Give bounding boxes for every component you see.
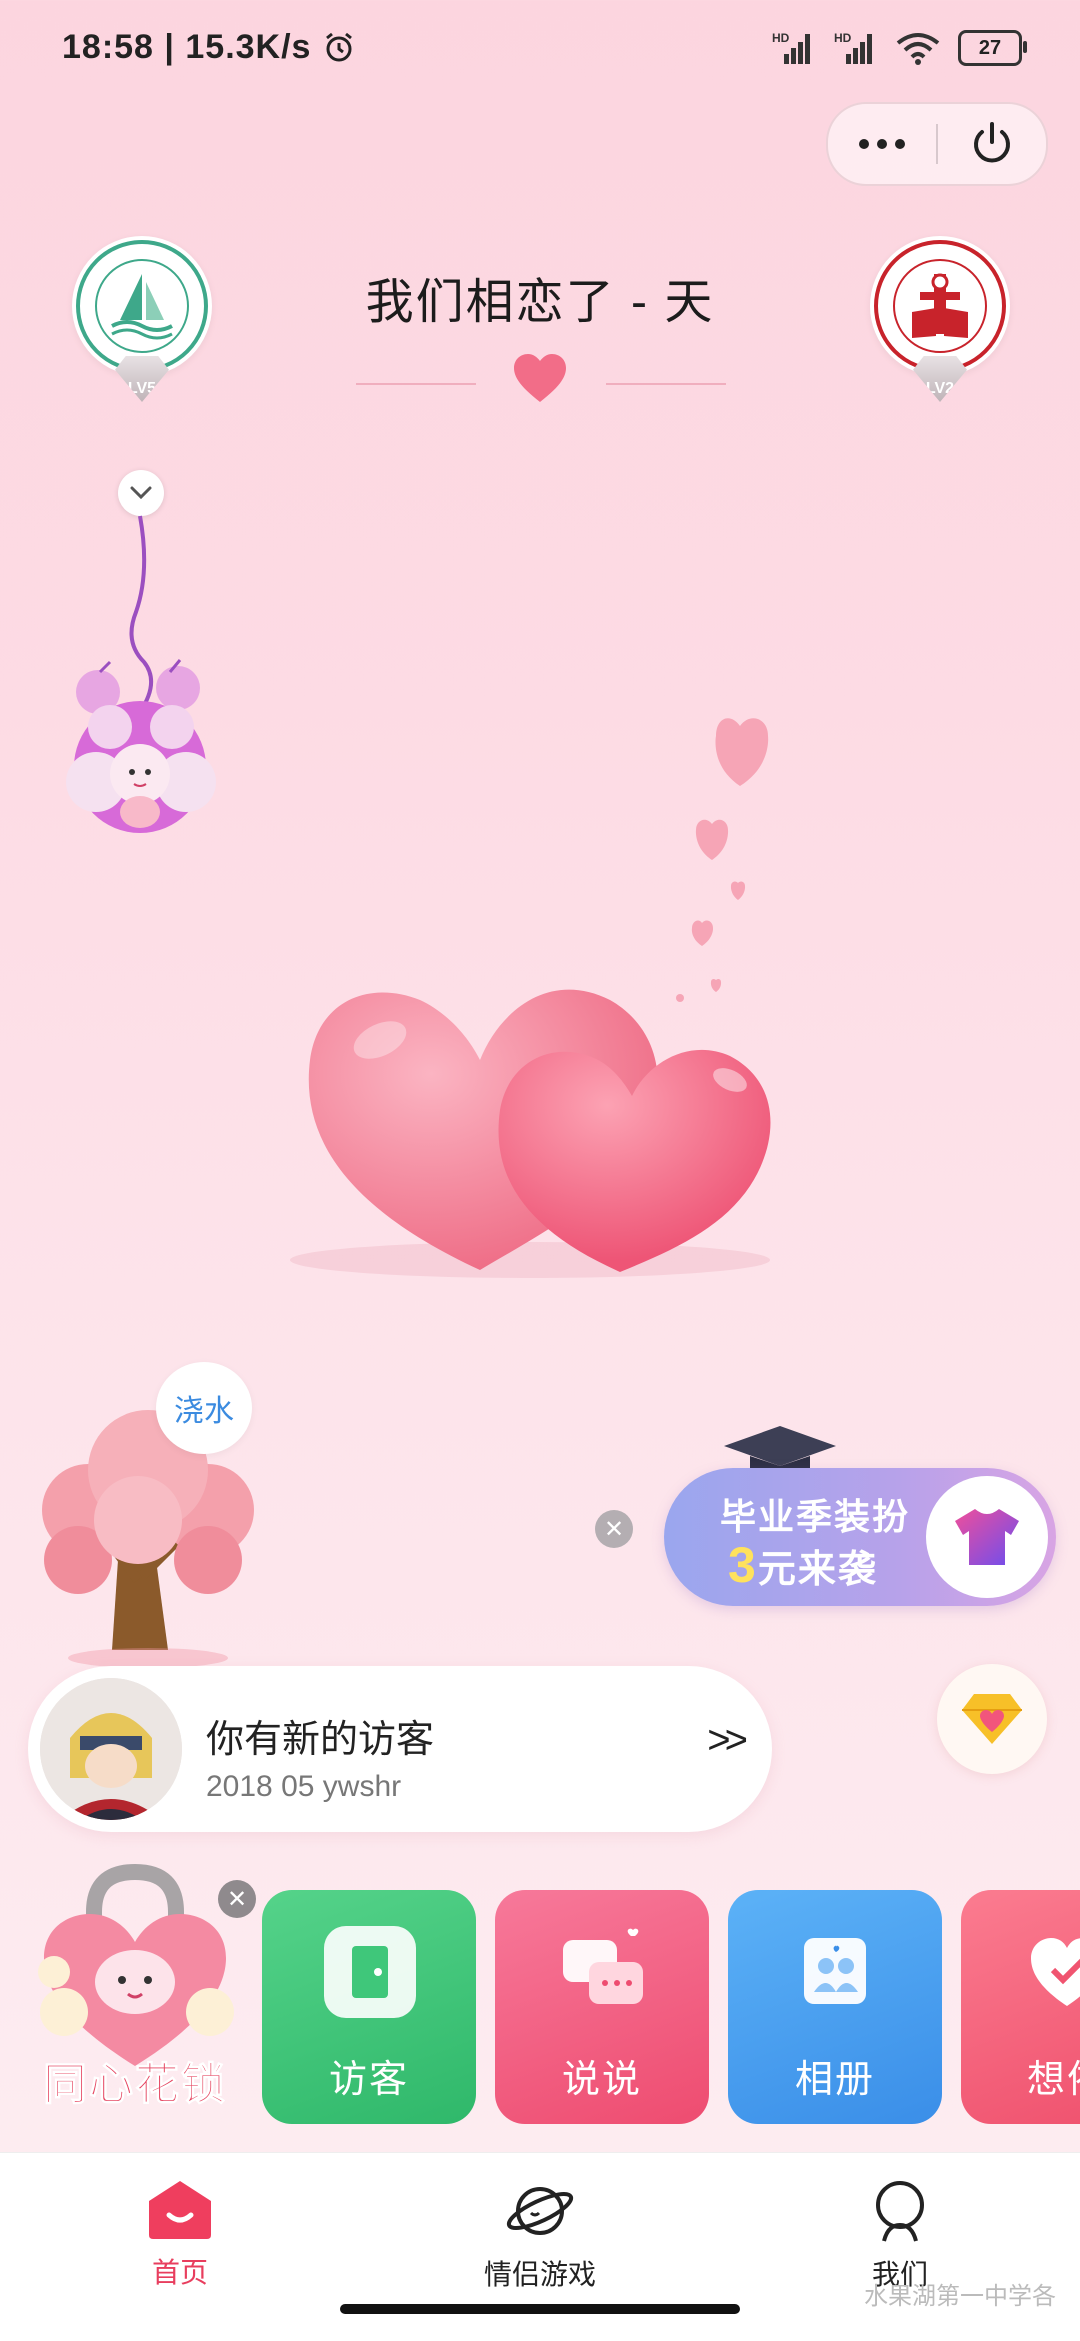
alarm-icon — [325, 32, 352, 62]
promo-title: 毕业季装扮 — [720, 1496, 911, 1537]
heart-lock-label: 同心花锁 — [43, 2060, 227, 2110]
title-divider-right — [606, 383, 726, 385]
promo-price: 3元来袭 — [728, 1537, 878, 1593]
power-icon — [974, 122, 1010, 163]
close-promo-button[interactable]: ✕ — [595, 1510, 633, 1548]
status-time: 18:58 | 15.3K/s — [62, 28, 356, 67]
person-icon — [876, 2181, 924, 2242]
hanging-flower-ornament[interactable] — [60, 512, 220, 842]
chevron-down-icon — [130, 486, 152, 500]
more-dots-icon — [859, 139, 905, 149]
water-tree-button[interactable]: 浇水 — [156, 1362, 252, 1454]
right-level-badge: LV2 — [913, 356, 967, 402]
miniprogram-capsule — [826, 102, 1048, 186]
tile-album[interactable]: 相册 — [728, 1890, 942, 2124]
outfit-icon-circle — [926, 1476, 1048, 1598]
visitor-title: 你有新的访客 — [206, 1719, 435, 1761]
svg-text:HD: HD — [834, 31, 852, 45]
left-level-badge: LV5 — [115, 356, 169, 402]
nav-couple-games-label: 情侣游戏 — [483, 2259, 596, 2290]
status-bar: 18:58 | 15.3K/s HD HD 27 — [0, 0, 1080, 100]
tile-visitors[interactable]: 访客 — [262, 1890, 476, 2124]
tile-miss-you[interactable]: 想依 — [961, 1890, 1080, 2124]
title-heart-icon — [514, 354, 566, 402]
visitor-avatar — [40, 1678, 182, 1820]
tshirt-icon — [955, 1509, 1019, 1565]
heart-lock-tile[interactable]: 同心花锁 — [24, 1862, 246, 2120]
heart-lock-icon — [38, 1863, 234, 2066]
signal-icon-sim1: HD — [772, 31, 810, 64]
door-icon — [324, 1926, 416, 2018]
tile-moments-label: 说说 — [561, 2059, 642, 2101]
double-chevron-right-icon: >> — [707, 1718, 748, 1762]
home-icon — [149, 2181, 211, 2239]
couple-hearts-illustration — [290, 989, 771, 1278]
nav-home-label: 首页 — [151, 2257, 208, 2288]
collapse-ornament-button[interactable] — [118, 470, 164, 516]
new-visitor-card[interactable]: 你有新的访客 2018 05 ywshr >> — [28, 1666, 772, 1832]
nav-couple-games[interactable]: 情侣游戏 — [440, 2179, 640, 2293]
graduation-promo-banner[interactable]: 毕业季装扮 3元来袭 — [664, 1468, 1056, 1606]
heart-diamond-icon — [962, 1694, 1022, 1744]
tile-miss-you-label: 想依 — [1027, 2059, 1080, 2101]
tile-visitors-label: 访客 — [328, 2059, 409, 2101]
planet-icon — [506, 2187, 574, 2235]
watermark-text: 水果湖第一中学各 — [864, 2283, 1056, 2310]
tile-album-label: 相册 — [794, 2059, 875, 2101]
status-icons: HD HD 27 — [772, 30, 1027, 66]
tile-moments[interactable]: 说说 — [495, 1890, 709, 2124]
signal-icon-sim2: HD — [834, 31, 872, 64]
photo-album-icon — [790, 1926, 882, 2018]
visitor-subtitle: 2018 05 ywshr — [206, 1770, 402, 1803]
battery-indicator: 27 — [958, 30, 1027, 66]
close-miniprogram-button[interactable] — [938, 104, 1046, 184]
close-lock-tile-button[interactable]: ✕ — [218, 1880, 256, 1918]
title-divider-left — [356, 383, 476, 385]
svg-text:HD: HD — [772, 31, 790, 45]
gesture-home-bar[interactable] — [340, 2304, 740, 2314]
more-button[interactable] — [828, 104, 936, 184]
heart-check-icon — [1021, 1926, 1080, 2018]
page-title: 我们相恋了 - 天 — [365, 276, 715, 329]
diamond-button[interactable] — [937, 1664, 1047, 1774]
nav-home[interactable]: 首页 — [80, 2179, 280, 2291]
chat-bubbles-icon — [557, 1926, 649, 2018]
anime-avatar-icon — [40, 1678, 182, 1820]
wifi-icon — [896, 33, 940, 65]
